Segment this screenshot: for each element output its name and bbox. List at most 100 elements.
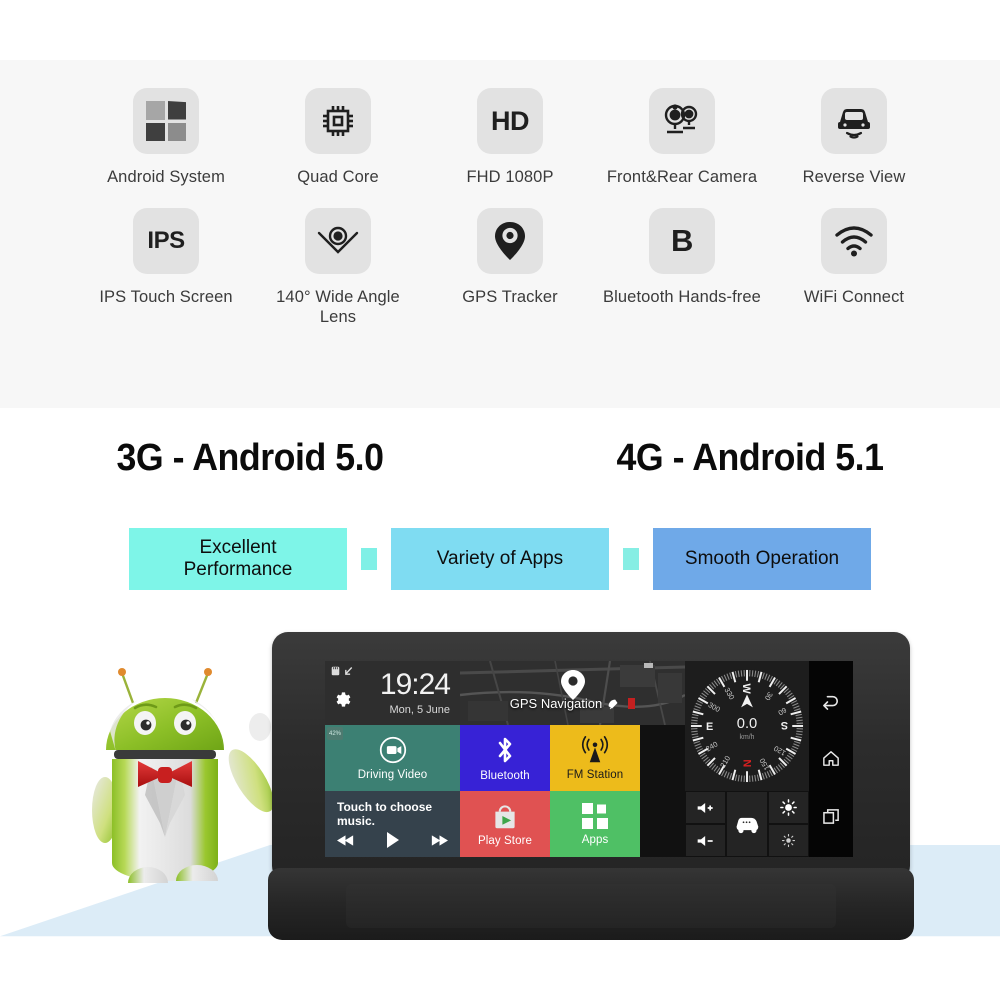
bluetooth-icon xyxy=(498,737,512,762)
feature-label: Front&Rear Camera xyxy=(606,168,758,186)
video-record-icon xyxy=(379,736,406,763)
ips-glyph: IPS xyxy=(147,226,185,254)
compass-speed-unit: km/h xyxy=(740,734,755,741)
dash-camera-device: 19:24 Mon, 5 June GPS Navigation 42% Dri… xyxy=(268,632,916,940)
bluetooth-b-icon: B xyxy=(649,207,715,274)
recents-button[interactable] xyxy=(820,805,842,827)
hd-glyph: HD xyxy=(491,105,530,136)
android-navigation-bar xyxy=(809,661,853,857)
feature-wide-angle-lens: 140° Wide Angle Lens xyxy=(252,207,424,328)
compass-speed-value: 0.0 xyxy=(737,716,758,732)
tile-label: Apps xyxy=(581,833,609,846)
feature-reverse-view: Reverse View xyxy=(768,88,940,188)
feature-highlights-band: Android System Quad Core HD FHD 1080P Fr… xyxy=(0,60,1000,408)
feature-label: WiFi Connect xyxy=(803,287,905,306)
download-arrow-icon xyxy=(345,667,353,675)
pill-variety-of-apps: Variety of Apps xyxy=(391,528,609,590)
feature-label: FHD 1080P xyxy=(466,168,554,186)
car-mode-button[interactable] xyxy=(726,791,768,857)
clock-widget[interactable]: 19:24 Mon, 5 June xyxy=(325,661,460,725)
feature-label: Bluetooth Hands-free xyxy=(603,287,761,306)
android-windows-icon xyxy=(133,88,199,154)
version-title-3g: 3G - Android 5.0 xyxy=(116,436,384,479)
screen-content: 19:24 Mon, 5 June GPS Navigation 42% Dri… xyxy=(325,661,809,857)
home-button[interactable] xyxy=(820,748,842,770)
feature-label: Reverse View xyxy=(802,168,906,186)
volume-control-column xyxy=(685,791,726,857)
hd-text-icon: HD xyxy=(477,88,543,154)
volume-down-button[interactable] xyxy=(685,824,726,857)
next-track-button[interactable] xyxy=(431,834,448,847)
back-arrow-icon xyxy=(823,695,839,710)
back-button[interactable] xyxy=(820,691,842,713)
music-player-tile[interactable]: Touch to choose music. xyxy=(325,791,460,857)
tile-label: Driving Video xyxy=(357,768,428,781)
music-controls xyxy=(337,831,448,849)
bluetooth-tile[interactable]: Bluetooth xyxy=(460,725,550,791)
car-icon xyxy=(736,817,759,834)
gps-navigation-tile[interactable]: GPS Navigation xyxy=(460,661,685,725)
compass-cardinal-w: W xyxy=(740,684,752,695)
device-control-panel xyxy=(685,791,809,857)
status-bar-icons xyxy=(331,666,353,676)
apps-grid-icon xyxy=(582,802,608,829)
pill-excellent-performance: Excellent Performance xyxy=(129,528,347,590)
gps-signal-indicator xyxy=(628,698,636,709)
wifi-icon xyxy=(821,207,887,274)
speaker-plus-icon xyxy=(697,802,713,813)
gps-pin-icon xyxy=(477,207,543,274)
compass-cardinal-n: N xyxy=(742,759,754,767)
play-store-icon xyxy=(495,804,515,828)
previous-track-button[interactable] xyxy=(337,834,354,847)
sd-card-icon xyxy=(331,666,340,676)
apps-tile[interactable]: Apps xyxy=(550,791,640,857)
android-mascot-illustration xyxy=(88,655,298,920)
feature-label: 140° Wide Angle Lens xyxy=(276,287,400,327)
pill-separator-2 xyxy=(623,548,639,570)
compass-cardinal-e: E xyxy=(706,721,713,733)
clock-date: Mon, 5 June xyxy=(389,704,450,716)
car-reverse-icon xyxy=(821,88,887,154)
feature-quad-core: Quad Core xyxy=(252,88,424,188)
driving-video-tile[interactable]: 42% Driving Video xyxy=(325,725,460,791)
music-prompt-label: Touch to choose music. xyxy=(337,800,433,828)
feature-label: Android System xyxy=(107,168,225,186)
pill-separator-1 xyxy=(361,548,377,570)
feature-wifi-connect: WiFi Connect xyxy=(768,207,940,328)
satellite-dish-icon xyxy=(608,699,618,709)
wide-lens-icon xyxy=(305,207,371,274)
sun-dim-icon xyxy=(781,833,796,848)
brightness-up-button[interactable] xyxy=(768,791,809,824)
feature-ips-touch-screen: IPS IPS Touch Screen xyxy=(80,207,252,328)
cpu-chip-icon xyxy=(305,88,371,154)
sun-bright-icon xyxy=(780,799,797,816)
feature-gps-tracker: GPS Tracker xyxy=(424,207,596,328)
volume-up-button[interactable] xyxy=(685,791,726,824)
highlight-pills: Excellent Performance Variety of Apps Sm… xyxy=(0,528,1000,590)
clock-time: 19:24 xyxy=(379,668,451,701)
bluetooth-b-glyph: B xyxy=(671,222,693,258)
settings-gear-icon[interactable] xyxy=(332,690,351,714)
gps-caption: GPS Navigation xyxy=(460,696,685,711)
ips-text-icon: IPS xyxy=(133,207,199,274)
feature-label: GPS Tracker xyxy=(462,287,558,306)
version-titles: 3G - Android 5.0 4G - Android 5.1 xyxy=(0,408,1000,508)
play-button[interactable] xyxy=(385,831,401,849)
device-base xyxy=(268,868,914,940)
feature-android-system: Android System xyxy=(80,88,252,188)
home-icon xyxy=(823,751,839,767)
radio-tower-icon xyxy=(581,735,609,762)
play-store-tile[interactable]: Play Store xyxy=(460,791,550,857)
battery-badge: 42% xyxy=(327,727,343,740)
pill-smooth-operation: Smooth Operation xyxy=(653,528,871,590)
tile-label: Play Store xyxy=(477,834,533,847)
tile-label: Bluetooth xyxy=(480,769,530,782)
compass-speedometer-panel[interactable]: 0.0 km/h E S W N 30 60 120 150 210 240 300 330 xyxy=(685,661,809,791)
fm-station-tile[interactable]: FM Station xyxy=(550,725,640,791)
brightness-down-button[interactable] xyxy=(768,824,809,857)
brightness-control-column xyxy=(768,791,809,857)
feature-grid: Android System Quad Core HD FHD 1080P Fr… xyxy=(80,88,940,328)
compass-cardinal-s: S xyxy=(781,719,788,731)
feature-front-rear-camera: Front&Rear Camera xyxy=(596,88,768,188)
version-title-4g: 4G - Android 5.1 xyxy=(616,436,884,479)
